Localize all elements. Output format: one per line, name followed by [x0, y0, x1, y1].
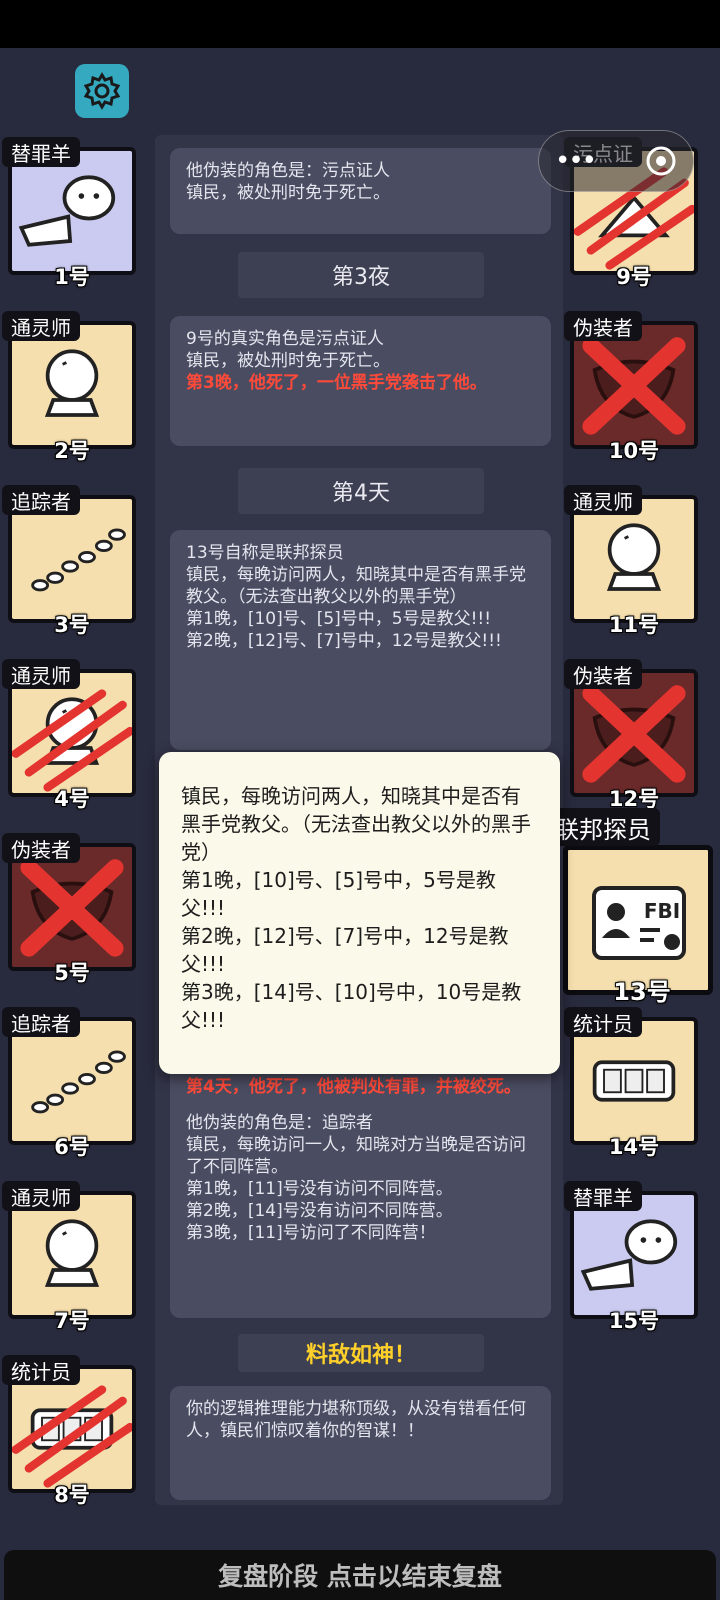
log-line: 他伪装的角色是：追踪者 [186, 1113, 373, 1133]
role-label: 追踪者 [2, 485, 80, 515]
log-line: 他伪装的角色是：污点证人 [186, 161, 390, 181]
sheep-pointing-icon [18, 175, 116, 247]
status-bar [0, 0, 720, 48]
log-message: 9号的真实角色是污点证人 镇民，被处刑时免于死亡。 第3晚，他死了，一位黑手党袭… [170, 316, 551, 446]
log-line: 9号的真实角色是污点证人 [186, 329, 384, 349]
claw-slash-icon [12, 1385, 132, 1488]
claw-slash-icon [12, 689, 132, 792]
role-label: 通灵师 [2, 1181, 80, 1211]
log-line: 你的逻辑推理能力堪称顶级，从没有错看任何人，镇民们惊叹着你的智谋！！ [186, 1399, 526, 1441]
log-message: 第4天，他死了，他被判处有罪，并被绞死。 他伪装的角色是：追踪者 镇民，每晚访问… [170, 1060, 551, 1318]
role-label: 通灵师 [564, 485, 642, 515]
settings-button[interactable] [75, 64, 129, 118]
popup-line: 第2晚，[12]号、[7]号中，12号是教父!!! [181, 924, 509, 976]
player-number: 9号 [616, 265, 652, 289]
role-label: 追踪者 [2, 1007, 80, 1037]
role-name: 联邦探员 [555, 815, 651, 844]
crystal-ball-icon [44, 349, 100, 417]
section-title: 第4天 [332, 481, 390, 506]
player-number: 3号 [54, 613, 90, 637]
popup-line: 镇民，每晚访问两人，知晓其中是否有黑手党教父。（无法查出教父以外的黑手党） [181, 784, 531, 864]
role-label: 统计员 [564, 1007, 642, 1037]
footprints-icon [31, 528, 126, 592]
death-notice: 第3晚，他死了，一位黑手党袭击了他。 [186, 373, 487, 393]
log-line: 第1晚，[10]号、[5]号中，5号是教父!!! [186, 609, 492, 629]
role-label: 伪装者 [564, 659, 642, 689]
player-number: 2号 [54, 439, 90, 463]
svg-text:FBI: FBI [644, 899, 680, 923]
log-message: 他伪装的角色是：污点证人 镇民，被处刑时免于死亡。 [170, 148, 551, 234]
crystal-ball-icon [44, 1219, 100, 1287]
log-line: 13号自称是联邦探员 [186, 543, 344, 563]
player-number: 6号 [54, 1135, 90, 1159]
dead-x-icon [582, 685, 686, 783]
crystal-ball-icon [606, 523, 662, 591]
log-line: 镇民，每晚访问一人，知晓对方当晚是否访问了不同阵营。 [186, 1135, 526, 1177]
result-message: 你的逻辑推理能力堪称顶级，从没有错看任何人，镇民们惊叹着你的智谋！！ [170, 1386, 551, 1500]
player-number: 14号 [608, 1135, 660, 1159]
role-detail-popup[interactable]: 镇民，每晚访问两人，知晓其中是否有黑手党教父。（无法查出教父以外的黑手党） 第1… [159, 752, 560, 1074]
log-line: 第1晚，[11]号没有访问不同阵营。 [186, 1179, 453, 1199]
role-label: 替罪羊 [564, 1181, 642, 1211]
log-line: 第2晚，[12]号、[7]号中，12号是教父!!! [186, 631, 502, 651]
dead-x-icon [582, 337, 686, 435]
gear-icon [83, 72, 121, 110]
popup-line: 第1晚，[10]号、[5]号中，5号是教父!!! [181, 868, 496, 920]
role-label-13: 联邦探员 [546, 808, 660, 846]
player-number: 10号 [608, 439, 660, 463]
role-label: 替罪羊 [2, 137, 80, 167]
log-line: 第3晚，[11]号访问了不同阵营！ [186, 1223, 436, 1243]
player-number: 15号 [608, 1309, 660, 1333]
log-line: 镇民，每晚访问两人，知晓其中是否有黑手党教父。（无法查出教父以外的黑手党） [186, 565, 526, 607]
sheep-pointing-icon [580, 1219, 678, 1291]
target-close-icon[interactable] [645, 145, 677, 177]
more-dots-icon[interactable]: ••• [555, 146, 597, 176]
fbi-badge-icon: FBI [592, 886, 686, 960]
player-number: 4号 [54, 787, 90, 811]
role-label: 伪装者 [2, 833, 80, 863]
section-day-4: 第4天 [238, 468, 484, 514]
role-label: 统计员 [2, 1355, 80, 1385]
player-number: 5号 [54, 961, 90, 985]
death-notice: 第4天，他死了，他被判处有罪，并被绞死。 [186, 1077, 521, 1097]
log-line: 镇民，被处刑时免于死亡。 [186, 351, 390, 371]
log-message: 13号自称是联邦探员 镇民，每晚访问两人，知晓其中是否有黑手党教父。（无法查出教… [170, 530, 551, 750]
player-number: 13号 [613, 978, 671, 1006]
popup-line: 第3晚，[14]号、[10]号中，10号是教父!!! [181, 980, 522, 1032]
miniprogram-capsule: ••• [538, 130, 694, 192]
section-title: 第3夜 [332, 265, 390, 290]
end-replay-button[interactable]: 复盘阶段 点击以结束复盘 [4, 1550, 716, 1600]
footer-text: 复盘阶段 点击以结束复盘 [218, 1562, 502, 1591]
role-label: 伪装者 [564, 311, 642, 341]
log-line: 第2晚，[14]号没有访问不同阵营。 [186, 1201, 453, 1221]
section-night-3: 第3夜 [238, 252, 484, 298]
player-number: 7号 [54, 1309, 90, 1333]
player-number: 8号 [54, 1483, 90, 1507]
dead-x-icon [20, 859, 124, 957]
role-label: 通灵师 [2, 659, 80, 689]
player-number: 11号 [608, 613, 660, 637]
player-number: 1号 [54, 265, 90, 289]
counter-icon [592, 1060, 676, 1102]
role-label: 通灵师 [2, 311, 80, 341]
result-title-text: 料敌如神！ [305, 1343, 416, 1368]
result-title: 料敌如神！ [238, 1334, 484, 1372]
footprints-icon [31, 1050, 126, 1114]
log-line: 镇民，被处刑时免于死亡。 [186, 183, 390, 203]
